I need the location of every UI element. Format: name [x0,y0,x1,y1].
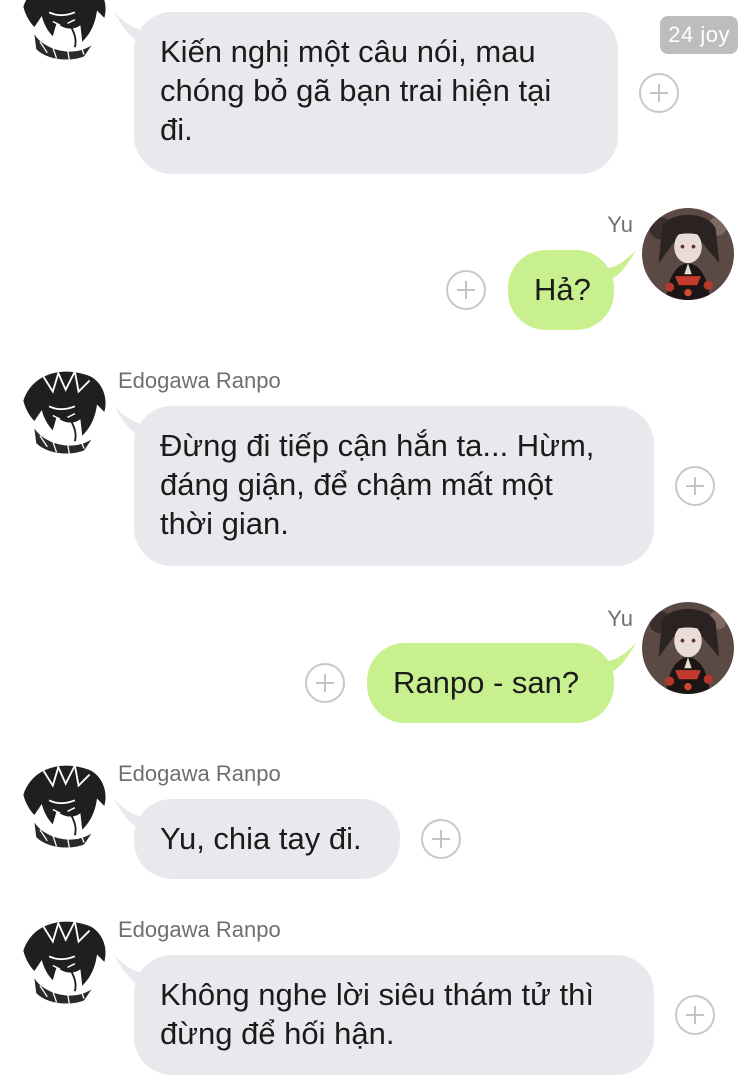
add-reaction-button[interactable] [675,466,715,506]
sender-name-ranpo: Edogawa Ranpo [118,917,281,942]
ranpo-avatar-icon[interactable] [16,0,108,62]
add-reaction-button[interactable] [639,73,679,113]
ranpo-avatar-icon[interactable] [16,914,108,1006]
add-reaction-button[interactable] [446,270,486,310]
watermark-label: 24 joy [660,16,738,54]
sender-name-ranpo: Edogawa Ranpo [118,368,281,393]
sender-name-yu: Yu [607,212,633,237]
sender-name-ranpo: Edogawa Ranpo [118,761,281,786]
message-text-line: Không nghe lời siêu thám tử thì [160,977,594,1012]
add-reaction-button[interactable] [421,819,461,859]
yu-avatar-icon[interactable] [642,208,734,300]
message-bubble[interactable]: Không nghe lời siêu thám tử thì đừng để … [134,955,654,1075]
message-text-line: Đừng đi tiếp cận hắn ta... Hừm, [160,428,595,463]
add-reaction-button[interactable] [675,995,715,1035]
message-text-line: đi. [160,112,193,147]
message-text-line: thời gian. [160,506,289,541]
yu-avatar-icon[interactable] [642,602,734,694]
message-bubble[interactable]: Ranpo - san? [367,643,614,723]
ranpo-avatar-icon[interactable] [16,364,108,456]
message-text-line: Ranpo - san? [393,665,580,700]
message-bubble[interactable]: Yu, chia tay đi. [134,799,400,879]
message-text-line: Kiến nghị một câu nói, mau [160,34,536,69]
message-text-line: đáng giận, để chậm mất một [160,467,553,502]
message-text-line: đừng để hối hận. [160,1016,395,1051]
message-bubble[interactable]: Kiến nghị một câu nói, mau chóng bỏ gã b… [134,12,618,174]
message-bubble[interactable]: Đừng đi tiếp cận hắn ta... Hừm, đáng giậ… [134,406,654,566]
message-text-line: chóng bỏ gã bạn trai hiện tại [160,73,552,108]
sender-name-yu: Yu [607,606,633,631]
message-text-line: Hả? [534,272,591,307]
message-text-line: Yu, chia tay đi. [160,821,362,856]
message-bubble[interactable]: Hả? [508,250,614,330]
add-reaction-button[interactable] [305,663,345,703]
ranpo-avatar-icon[interactable] [16,758,108,850]
